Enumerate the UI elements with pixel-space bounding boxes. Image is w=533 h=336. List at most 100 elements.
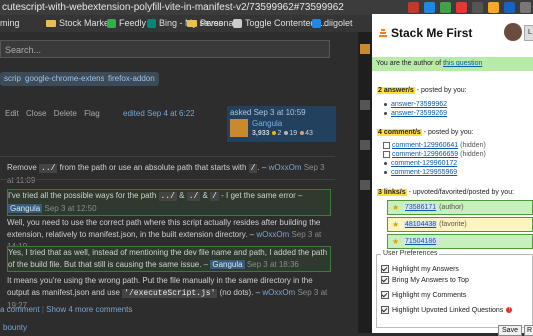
asker-username[interactable]: Gangula (252, 119, 282, 128)
asked-timestamp: asked Sep 3 at 10:59 (230, 108, 306, 117)
pref-highlight-answers[interactable]: Highlight my Answers (381, 265, 459, 273)
user-preferences: User Preferences Highlight my Answers Br… (376, 250, 533, 328)
logout-button[interactable]: L (524, 25, 533, 41)
bookmark-folder-personal[interactable]: Personal (187, 15, 236, 32)
question-page: Search... script google-chrome-extension… (0, 32, 360, 333)
delete-link[interactable]: Delete (54, 109, 77, 118)
linked-question-row: ★ 48104438 (favorite) (387, 217, 533, 232)
add-comment-link[interactable]: a comment (0, 305, 40, 314)
save-button[interactable]: Save (498, 325, 522, 336)
bookmark-folder-stock-market[interactable]: Stock Market (46, 15, 112, 32)
extension-icon-8[interactable] (520, 2, 531, 13)
checkbox[interactable] (381, 291, 389, 299)
comments-count: 4 comment/s (377, 129, 422, 136)
comment-highlighted: I've tried all the possible ways for the… (7, 189, 331, 216)
star-icon: ★ (392, 203, 400, 212)
pref-highlight-upvoted-links[interactable]: Highlight Upvoted Linked Questions! (381, 306, 513, 314)
popup-title: Stack Me First (378, 26, 472, 40)
answers-section: 2 answer/s - posted by you: answer-73599… (377, 87, 467, 117)
links-section: 3 links/s - upvoted/favorited/posted by … (377, 189, 533, 249)
checkbox-icon (383, 150, 390, 158)
url-text[interactable]: cutescript-with-webextension-polyfill-vi… (2, 0, 344, 15)
comment-user[interactable]: Gangula (210, 260, 245, 269)
divider (0, 156, 335, 157)
bookmark-feedly[interactable]: Feedly (107, 15, 146, 32)
answers-count: 2 answer/s (377, 87, 415, 94)
info-icon: ! (506, 307, 513, 313)
avatar[interactable] (504, 23, 522, 41)
comment-link[interactable]: comment-129955969 (391, 169, 457, 176)
pref-highlight-comments[interactable]: Highlight my Comments (381, 291, 466, 299)
answer-link[interactable]: answer-73599269 (391, 110, 447, 117)
silver-badge-icon (284, 131, 289, 136)
linked-question-link[interactable]: 48104438 (404, 221, 438, 228)
extension-icon-7[interactable] (504, 2, 515, 13)
comment-date[interactable]: Sep 3 at 18:36 (247, 260, 299, 269)
comment-user[interactable]: wOxxOm (262, 288, 295, 297)
flag-link[interactable]: Flag (84, 109, 100, 118)
reset-button[interactable]: R (524, 325, 533, 336)
extension-icon-3[interactable] (440, 2, 451, 13)
comment-link[interactable]: comment-129966659 (392, 151, 458, 158)
sidebar-icon[interactable] (360, 140, 370, 150)
reputation: 3,933 (252, 130, 270, 137)
star-icon: ★ (392, 237, 400, 246)
bullet-icon (384, 102, 387, 106)
checkbox[interactable] (381, 306, 389, 314)
extension-icon-1[interactable] (408, 2, 419, 13)
bullet-icon (384, 170, 387, 174)
sidebar-icon[interactable] (360, 100, 370, 110)
comment-footer: a comment | Show 4 more comments (0, 305, 133, 314)
comment-link[interactable]: comment-129960641 (392, 142, 458, 149)
checkbox[interactable] (381, 276, 389, 284)
extension-icon-2[interactable] (424, 2, 435, 13)
avatar[interactable] (230, 119, 248, 137)
comment-highlighted: Yes, I tried that as well, instead of me… (7, 246, 331, 272)
comment-user[interactable]: wOxxOm (269, 163, 302, 172)
bullet-icon (384, 161, 387, 165)
bookmark-item[interactable]: ming (0, 15, 20, 32)
gold-badge-icon (272, 131, 277, 136)
comment: Remove ../ from the path or use an absol… (7, 163, 325, 185)
post-actions: Edit Close Delete Flag (5, 109, 105, 118)
pref-answers-to-top[interactable]: Bring My Answers to Top (381, 276, 469, 284)
links-count: 3 links/s (377, 189, 407, 196)
comment-user[interactable]: wOxxOm (256, 230, 289, 239)
star-icon: ★ (392, 220, 400, 229)
page-icon (233, 19, 242, 28)
user-avatar-icon[interactable] (360, 44, 370, 54)
linked-question-link[interactable]: 73586171 (404, 204, 438, 211)
preferences-legend: User Preferences (381, 250, 440, 257)
edit-link[interactable]: Edit (5, 109, 19, 118)
extension-icon-4[interactable] (456, 2, 467, 13)
address-bar[interactable]: cutescript-with-webextension-polyfill-vi… (0, 0, 533, 15)
this-question-link[interactable]: this question (443, 60, 482, 67)
checkbox-icon (383, 141, 390, 149)
checkbox[interactable] (381, 265, 389, 273)
bounty-link[interactable]: bounty (3, 323, 27, 332)
linked-question-link[interactable]: 71504186 (404, 238, 438, 245)
extension-icon-5[interactable] (472, 2, 483, 13)
close-link[interactable]: Close (26, 109, 46, 118)
comments-section: 4 comment/s - posted by you: comment-129… (377, 129, 486, 176)
edited-timestamp[interactable]: edited Sep 4 at 6:22 (123, 109, 195, 118)
answer-link[interactable]: answer-73599962 (391, 101, 447, 108)
comment-date[interactable]: Sep 3 at 12:50 (44, 204, 96, 213)
tag-firefox-addon[interactable]: firefox-addon (104, 72, 159, 86)
comment-link[interactable]: comment-129960172 (391, 160, 457, 167)
search-input[interactable]: Search... (0, 40, 330, 58)
show-more-comments-link[interactable]: Show 4 more comments (46, 305, 132, 314)
feedly-icon (107, 19, 116, 28)
bing-icon (147, 19, 156, 28)
diigo-icon (312, 19, 321, 28)
bookmark-diigolet[interactable]: diigolet (312, 15, 353, 32)
extension-icon-6[interactable] (488, 2, 499, 13)
author-banner: You are the author of this question (372, 57, 533, 71)
divider (0, 179, 335, 180)
bullet-icon (384, 111, 387, 115)
comment-user[interactable]: Gangula (8, 204, 43, 213)
asker-user-card: asked Sep 3 at 10:59 Gangula 3,933 2 19 … (227, 106, 336, 142)
reputation-stats: 3,933 2 19 43 (252, 130, 313, 137)
sidebar-icon[interactable] (360, 180, 370, 190)
linked-question-row: ★ 73586171 (author) (387, 200, 533, 215)
